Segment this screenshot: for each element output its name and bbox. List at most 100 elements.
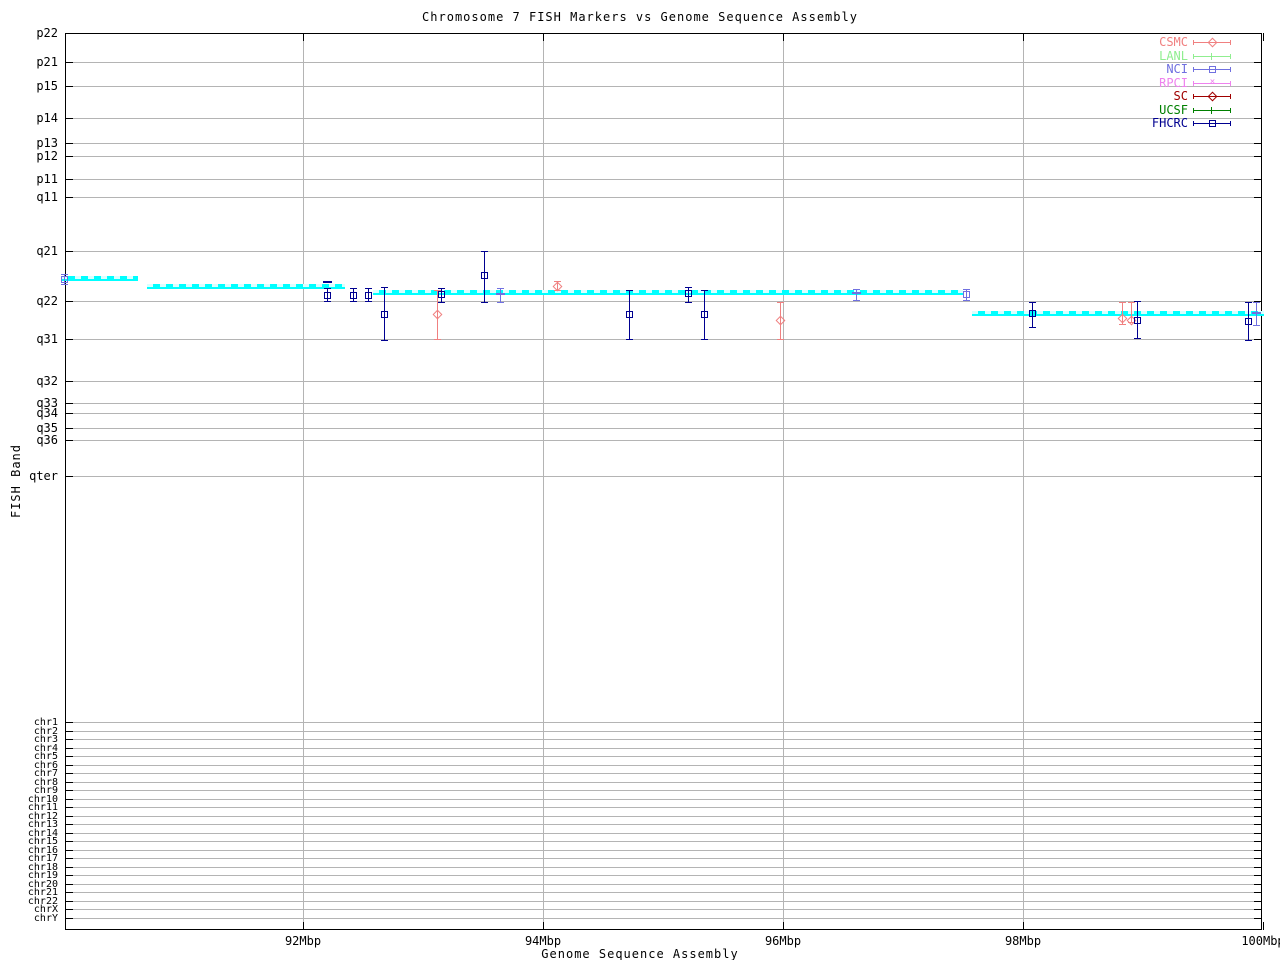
legend-label-RPCI: RPCI (1159, 75, 1188, 90)
errorbar-cap-top (685, 287, 692, 288)
errorbar-cap-bottom (685, 302, 692, 303)
legend-entry-SC: SC (1100, 90, 1258, 103)
legend-marker-RPCI: × (1209, 76, 1216, 87)
marker-FHCRC-square (438, 291, 445, 298)
legend-sample-line-RPCI: × (1193, 77, 1231, 86)
marker-FHCRC-square (350, 292, 357, 299)
legend-marker-FHCRC (1209, 120, 1216, 127)
errorbar-cap-bottom (1253, 325, 1260, 326)
errorbar-cap-top (61, 274, 68, 275)
errorbar-cap-top (853, 289, 860, 290)
errorbar-NCI (500, 288, 501, 302)
errorbar-cap-bottom (324, 301, 331, 302)
legend-sample-cap (1193, 53, 1194, 59)
legend-sample-line-SC (1193, 91, 1231, 102)
assembly-line-dash-pattern (147, 284, 345, 287)
errorbar-cap-bottom (963, 300, 970, 301)
errorbar-cap-bottom (1029, 327, 1036, 328)
legend-sample-line-FHCRC (1193, 120, 1231, 127)
legend-sample-cap (1193, 107, 1194, 113)
marker-FHCRC-square (701, 311, 708, 318)
marker-NCI-square (61, 276, 68, 283)
legend-marker-NCI (1209, 66, 1216, 73)
legend-label-NCI: NCI (1166, 62, 1188, 76)
legend-sample-line-CSMC (1193, 37, 1231, 48)
errorbar-cap-bottom (497, 302, 504, 303)
marker-FHCRC-square (1029, 310, 1036, 317)
legend-sample-cap (1193, 121, 1194, 126)
legend: CSMC LANL NCI RPCI × SC UCSF FHCRC (1100, 36, 1258, 131)
legend-sample-line-NCI (1193, 66, 1231, 73)
errorbar-cap-bottom (481, 302, 488, 303)
assembly-line-dash-pattern (373, 290, 963, 293)
assembly-line-segment-4 (972, 311, 1264, 316)
legend-sample-cap (1193, 80, 1194, 86)
marker-FHCRC-square (1245, 318, 1252, 325)
legend-label-SC: SC (1173, 89, 1188, 103)
y-axis-title: FISH Band (9, 443, 23, 519)
legend-sample-cap (1230, 80, 1231, 86)
errorbar-cap-bottom (853, 300, 860, 301)
errorbar-cap-bottom (701, 339, 708, 340)
legend-entry-FHCRC: FHCRC (1100, 117, 1258, 130)
errorbar-cap-top (497, 288, 504, 289)
errorbar-cap-bottom (626, 339, 633, 340)
errorbar-cap-bottom (438, 302, 445, 303)
legend-label-UCSF: UCSF (1159, 102, 1188, 117)
legend-sample-cap (1230, 94, 1231, 99)
legend-sample-cap (1230, 121, 1231, 126)
errorbar-cap-bottom (1119, 324, 1126, 325)
marker-FHCRC-square (481, 272, 488, 279)
marker-NCI-dash (1252, 312, 1261, 314)
legend-entry-UCSF: UCSF (1100, 102, 1258, 117)
errorbar-cap-top (1134, 301, 1141, 302)
marker-FHCRC-square (1134, 317, 1141, 324)
errorbar-cap-bottom (365, 301, 372, 302)
fish-marker-chart: Chromosome 7 FISH Markers vs Genome Sequ… (0, 0, 1280, 960)
legend-sample-line-LANL (1193, 52, 1231, 60)
errorbar-cap-top (365, 288, 372, 289)
legend-entry-RPCI: RPCI × (1100, 75, 1258, 90)
legend-label-FHCRC: FHCRC (1151, 116, 1188, 130)
errorbar-cap-top (1245, 302, 1252, 303)
errorbar-cap-bottom (1134, 338, 1141, 339)
marker-FHCRC-square (626, 311, 633, 318)
legend-entry-NCI: NCI (1100, 63, 1258, 76)
errorbar-cap-bottom (350, 301, 357, 302)
marker-FHCRC-square (685, 290, 692, 297)
errorbar-cap-top (1128, 302, 1135, 303)
errorbar-cap-top (438, 288, 445, 289)
errorbar-cap-top (963, 289, 970, 290)
marker-NCI-square (963, 291, 970, 298)
errorbar-cap-top (701, 290, 708, 291)
errorbar-cap-top (381, 287, 388, 288)
errorbar-NCI (856, 289, 857, 300)
legend-marker-UCSF (1211, 106, 1212, 114)
assembly-line-dash-pattern (972, 311, 1264, 314)
marker-FHCRC-square (381, 311, 388, 318)
errorbar-cap-top (324, 288, 331, 289)
errorbar-cap-top (777, 302, 784, 303)
legend-marker-LANL (1211, 52, 1212, 60)
errorbar-cap-top (1029, 302, 1036, 303)
marker-NCI-dash (496, 293, 505, 295)
errorbar-cap-top (626, 290, 633, 291)
legend-entry-LANL: LANL (1100, 49, 1258, 63)
marker-FHCRC-dash (323, 281, 332, 283)
errorbar-cap-bottom (777, 339, 784, 340)
legend-sample-cap (1193, 94, 1194, 99)
legend-sample-cap (1230, 67, 1231, 72)
legend-sample-cap (1193, 40, 1194, 45)
legend-marker-CSMC (1207, 37, 1218, 48)
errorbar-cap-bottom (381, 340, 388, 341)
assembly-line-segment-2 (147, 284, 345, 289)
assembly-line-segment-3 (373, 290, 963, 295)
legend-sample-cap (1230, 40, 1231, 45)
assembly-line-segment-1 (62, 276, 138, 281)
legend-sample-cap (1230, 53, 1231, 59)
legend-marker-SC (1207, 91, 1218, 102)
x-axis-title: Genome Sequence Assembly (541, 947, 739, 960)
errorbar-cap-bottom (61, 284, 68, 285)
errorbar-cap-bottom (434, 339, 441, 340)
errorbar-cap-bottom (1245, 340, 1252, 341)
